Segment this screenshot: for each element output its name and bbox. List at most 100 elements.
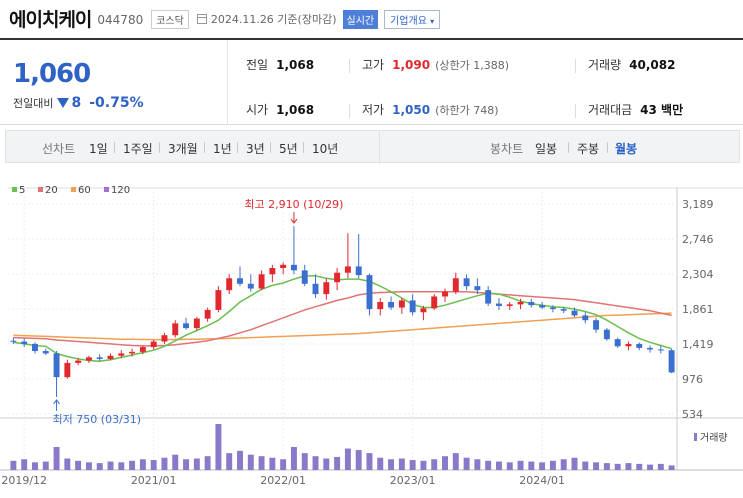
volume-bar [571,457,578,470]
volume-bar [64,458,71,470]
volume-bar [290,447,297,470]
candle-body [366,275,373,310]
candle-body [75,360,82,363]
candle-body [53,353,60,378]
candle-body [247,283,254,289]
candle-body [290,264,297,271]
quote-date: 2024.11.26 기준(장마감) [196,11,337,27]
volume-bar [85,462,92,470]
realtime-button[interactable]: 실시간 [342,9,379,29]
volume-bar [668,465,675,470]
candle-weekly[interactable]: 주봉 [577,140,599,157]
volume-bar [377,457,384,470]
volume-bar [312,456,319,470]
candle-body [647,347,653,350]
turnover-value: 43 백만 [640,103,684,117]
period-5y[interactable]: 5년 [279,140,298,157]
volume-bar [10,460,17,470]
period-1w[interactable]: 1주일 [123,140,153,157]
candle-body [625,343,632,347]
volume-bar [463,457,470,470]
period-3y[interactable]: 3년 [246,140,265,157]
candle-body [603,329,610,340]
open-value: 1,068 [276,102,315,117]
period-1d[interactable]: 1일 [89,140,108,157]
volume-bar [398,458,405,470]
volume-bar [366,453,373,470]
volume-bar [517,460,524,470]
candle-body [64,362,71,378]
turnover-label: 거래대금 [588,103,633,117]
volume-bar [183,459,190,470]
open-label: 시가 [246,103,269,117]
x-tick-label: 2023/01 [390,474,436,487]
price-change: 전일대비 8 -0.75% [13,95,144,111]
volume-bar [560,459,567,470]
turnover-stat: 거래대금 43 백만 [588,101,683,118]
volume-bar [582,461,589,470]
lower-limit: (하한가 748) [435,103,499,117]
volume-bar [118,462,125,470]
prev-close-value: 1,068 [276,57,315,72]
stock-name: 에이치케이 [9,8,92,31]
candle-daily[interactable]: 일봉 [535,140,557,157]
candle-body [21,341,28,344]
candle-body [388,302,395,308]
candle-body [657,349,664,351]
volume-bar [96,463,103,470]
low-label: 저가 [362,103,385,117]
candle-body [85,357,92,361]
y-tick-label: 3,189 [682,198,714,211]
prev-close-label: 전일 [246,58,269,72]
volume-bar [42,461,49,470]
volume-stat: 거래량 40,082 [588,56,675,73]
volume-bar [614,463,621,470]
volume-bar [107,461,114,470]
candle-body [582,315,589,321]
candle-body [409,300,416,313]
candle-monthly[interactable]: 월봉 [615,140,637,157]
volume-bar [528,461,535,470]
volume-bar [226,453,233,470]
quote-summary: 1,060 전일대비 8 -0.75% 전일 1,068 고가 1,090 (상… [0,38,743,125]
candle-body [269,267,276,275]
candle-body [161,335,168,342]
period-10y[interactable]: 10년 [312,140,338,157]
candle-body [463,278,470,287]
legend-swatch [71,187,76,192]
company-info-label: 기업개요 [390,15,427,27]
ma60-line [13,312,672,341]
volume-bar [172,454,179,470]
change-amount: 8 [71,95,82,111]
day-high: 고가 1,090 (상한가 1,388) [362,56,509,73]
market-badge: 코스닥 [151,9,189,29]
y-tick-label: 2,304 [682,268,714,281]
candle-body [528,302,535,306]
candle-body [301,270,308,284]
volume-bar [204,456,211,470]
volume-bar [388,459,395,470]
price-chart: 3,189 2,746 2,304 1,861 1,419 976 534 2019/12 20… [0,176,743,498]
period-selector: 선차트 1일 1주일 3개월 1년 3년 5년 10년 봉차트 일봉 주봉 월봉 [5,130,740,164]
candle-body [571,310,578,316]
period-1y[interactable]: 1년 [213,140,232,157]
period-3m[interactable]: 3개월 [168,140,198,157]
y-tick-label: 534 [682,408,703,421]
candle-body [549,307,556,310]
candle-body [172,323,179,336]
volume-bar [139,459,146,470]
volume-bar [301,453,308,470]
open-price: 시가 1,068 [246,101,314,118]
volume-legend-label: 거래량 [700,432,728,444]
y-tick-label: 976 [682,373,703,386]
legend-label: 120 [111,185,130,196]
x-tick-label: 2021/01 [131,474,177,487]
candle-body [636,343,643,348]
high-label: 고가 [362,58,385,72]
candle-body [474,286,481,291]
legend-swatch [12,187,17,192]
company-info-dropdown[interactable]: 기업개요 ▾ [384,9,441,29]
candle-body [215,290,222,310]
candle-chart-label: 봉차트 [490,142,524,156]
volume-bar [603,463,610,470]
